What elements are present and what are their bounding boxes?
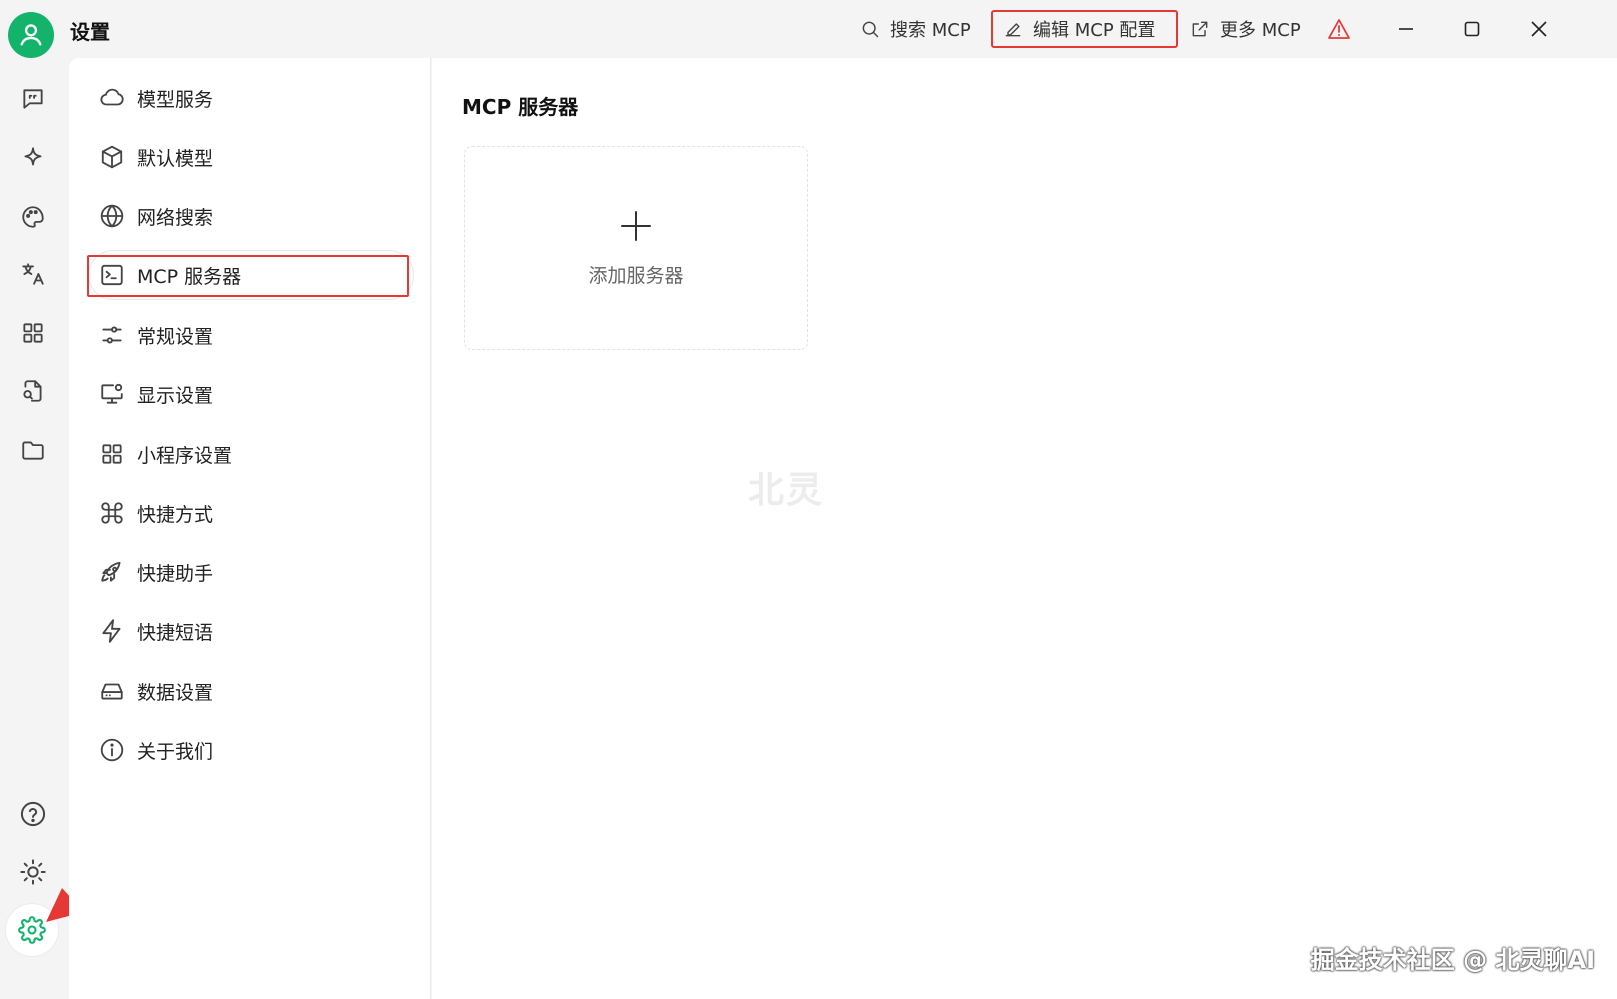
nav-item-mcp-server[interactable]: MCP 服务器 xyxy=(87,251,413,299)
grid-icon xyxy=(23,323,43,343)
search-mcp-button[interactable]: 搜索 MCP xyxy=(850,10,981,48)
sliders-icon xyxy=(102,326,122,344)
rocket-icon xyxy=(101,561,121,582)
nav-item-display-settings[interactable]: 显示设置 xyxy=(89,370,413,418)
rail-paint-button[interactable] xyxy=(14,198,52,236)
user-icon xyxy=(20,24,42,46)
nav-item-label: 数据设置 xyxy=(137,681,214,704)
zap-icon xyxy=(102,619,121,643)
nav-item-about-us[interactable]: 关于我们 xyxy=(89,726,413,774)
translate-icon xyxy=(22,263,44,285)
nav-item-general-settings[interactable]: 常规设置 xyxy=(89,311,413,359)
nav-item-model-service[interactable]: 模型服务 xyxy=(89,74,413,122)
nav-item-default-model[interactable]: 默认模型 xyxy=(89,133,413,181)
watermark-bottom: 掘金技术社区 @ 北灵聊AI xyxy=(1310,946,1595,974)
cube-icon xyxy=(101,145,123,169)
more-mcp-button[interactable]: 更多 MCP xyxy=(1180,10,1311,48)
nav-item-label: 关于我们 xyxy=(137,740,214,763)
nav-item-label: 常规设置 xyxy=(137,325,214,348)
maximize-button[interactable] xyxy=(1457,14,1487,44)
nav-item-label: 显示设置 xyxy=(137,384,214,407)
rail-folder-button[interactable] xyxy=(14,431,52,469)
info-icon xyxy=(100,738,124,762)
drive-icon xyxy=(101,683,123,700)
main-content: MCP 服务器 添加服务器 北灵 掘金技术社区 @ 北灵聊AI xyxy=(432,58,1617,999)
watermark-center: 北灵 xyxy=(748,470,825,511)
rail-files-search-button[interactable] xyxy=(14,372,52,410)
nav-item-web-search[interactable]: 网络搜索 xyxy=(89,192,413,240)
nav-item-label: 模型服务 xyxy=(137,88,214,111)
nav-item-shortcuts[interactable]: 快捷方式 xyxy=(89,489,413,537)
help-circle-icon xyxy=(20,801,46,827)
chat-quote-icon xyxy=(23,89,43,109)
highlight-box xyxy=(87,255,409,297)
nav-item-label: MCP 服务器 xyxy=(137,265,242,288)
command-icon xyxy=(101,502,123,524)
palette-icon xyxy=(22,206,44,228)
nav-item-data-settings[interactable]: 数据设置 xyxy=(89,667,413,715)
maximize-icon xyxy=(1464,21,1480,37)
external-link-icon xyxy=(1192,21,1208,37)
rail-translate-button[interactable] xyxy=(14,255,52,293)
folder-icon xyxy=(22,441,44,460)
cloud-icon xyxy=(100,88,124,106)
add-server-card[interactable]: 添加服务器 xyxy=(464,146,808,350)
file-search-icon xyxy=(23,380,42,402)
warning-button[interactable] xyxy=(1324,14,1354,44)
rail-apps-button[interactable] xyxy=(14,314,52,352)
warning-icon xyxy=(1328,19,1350,39)
minimize-button[interactable] xyxy=(1391,14,1421,44)
edit-mcp-config-label: 编辑 MCP 配置 xyxy=(1033,20,1156,41)
sparkle-icon xyxy=(24,147,42,166)
monitor-icon xyxy=(101,383,123,404)
rail-help-button[interactable] xyxy=(14,795,52,833)
nav-item-miniapp-settings[interactable]: 小程序设置 xyxy=(89,430,413,478)
user-avatar[interactable] xyxy=(8,12,54,58)
nav-item-label: 小程序设置 xyxy=(137,444,233,467)
nav-item-quick-assistant[interactable]: 快捷助手 xyxy=(89,548,413,596)
nav-item-label: 快捷助手 xyxy=(137,562,214,585)
pencil-icon xyxy=(1005,23,1021,37)
globe-icon xyxy=(100,204,124,228)
nav-item-label: 默认模型 xyxy=(137,147,214,170)
edit-mcp-config-button[interactable]: 编辑 MCP 配置 xyxy=(991,10,1178,48)
nav-item-label: 快捷短语 xyxy=(137,621,214,644)
nav-item-label: 网络搜索 xyxy=(137,206,214,229)
title-bar: 设置 搜索 MCP 编辑 MCP 配置 更多 MCP xyxy=(0,0,1617,58)
settings-nav: 模型服务 默认模型 网络搜索 MCP 服务器 常规设置 显示设置 小程序设置 快… xyxy=(69,58,431,999)
close-button[interactable] xyxy=(1524,14,1554,44)
close-icon xyxy=(1531,21,1547,37)
page-title: MCP 服务器 xyxy=(462,95,579,119)
minimize-icon xyxy=(1399,28,1413,30)
window-title: 设置 xyxy=(70,20,110,44)
terminal-icon xyxy=(101,264,123,286)
plus-icon xyxy=(621,210,651,241)
grid-icon xyxy=(102,444,122,464)
search-icon xyxy=(862,21,879,38)
rail-agents-button[interactable] xyxy=(14,139,52,177)
search-mcp-label: 搜索 MCP xyxy=(890,20,971,41)
nav-item-quick-phrases[interactable]: 快捷短语 xyxy=(89,607,413,655)
add-server-label: 添加服务器 xyxy=(588,264,684,287)
rail-chat-button[interactable] xyxy=(14,80,52,118)
nav-item-label: 快捷方式 xyxy=(137,503,214,526)
more-mcp-label: 更多 MCP xyxy=(1220,20,1301,41)
